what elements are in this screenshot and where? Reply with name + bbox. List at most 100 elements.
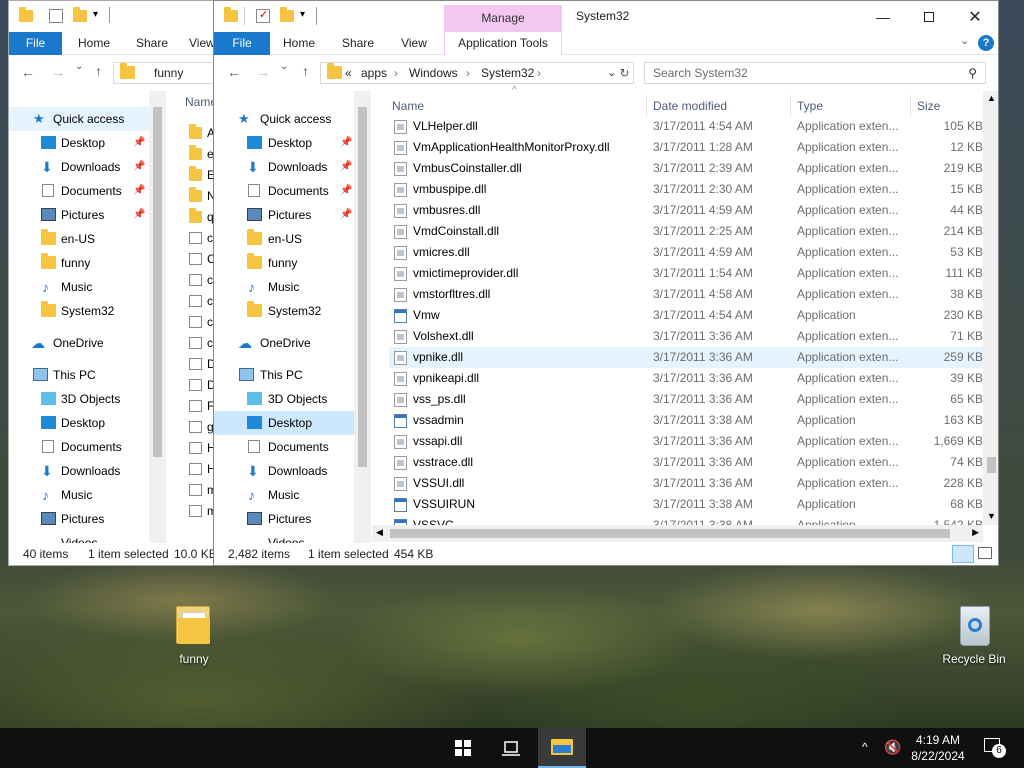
up-arrow-icon[interactable]: ↑	[302, 63, 309, 79]
explorer-window-funny[interactable]: ▾ File Home Share View ← → ⌄ ↑ funny ★ Q…	[8, 0, 220, 566]
nav-en-us[interactable]: en-US	[9, 227, 149, 251]
search-input[interactable]: Search System32 ⚲	[644, 62, 986, 84]
title-bar[interactable]: ✓ ▾ Manage System32 — ✕	[214, 1, 998, 32]
details-view-icon[interactable]	[952, 545, 974, 563]
large-icons-view-icon[interactable]	[978, 547, 992, 559]
file-row[interactable]: VSSUIRUN 3/17/2011 3:38 AM Application 68 K…	[389, 494, 985, 515]
close-button[interactable]: ✕	[952, 1, 998, 32]
horizontal-scrollbar[interactable]: ◀ ▶	[372, 525, 983, 542]
show-hidden-icons-icon[interactable]: ^	[862, 740, 868, 754]
breadcrumb-overflow[interactable]: «	[345, 63, 352, 83]
scroll-left-icon[interactable]: ◀	[376, 527, 383, 538]
nav-onedrive[interactable]: ☁ OneDrive	[214, 331, 354, 355]
chevron-down-icon[interactable]: ▾	[93, 9, 98, 20]
nav-system32[interactable]: System32	[214, 299, 354, 323]
properties-icon[interactable]	[49, 9, 63, 23]
chevron-down-icon[interactable]: ▾	[300, 9, 305, 20]
tab-file[interactable]: File	[214, 32, 270, 55]
nav-en-us[interactable]: en-US	[214, 227, 354, 251]
file-row[interactable]: VmdCoinstall.dll 3/17/2011 2:25 AM Applica…	[389, 221, 985, 242]
nav-music[interactable]: ♪ Music	[9, 275, 149, 299]
volume-muted-icon[interactable]: 🔇	[884, 739, 901, 756]
file-row[interactable]: VLHelper.dll 3/17/2011 4:54 AM Application…	[389, 116, 985, 137]
nav-documents[interactable]: Documents 📌	[9, 179, 149, 203]
tab-home[interactable]: Home	[71, 32, 117, 55]
recent-locations-icon[interactable]: ⌄	[75, 61, 83, 72]
nav-music[interactable]: ♪ Music	[214, 275, 354, 299]
tab-share[interactable]: Share	[336, 32, 380, 55]
tab-file[interactable]: File	[9, 32, 62, 55]
nav-desktop[interactable]: Desktop 📌	[214, 131, 354, 155]
nav-pc-downloads[interactable]: ⬇ Downloads	[9, 459, 149, 483]
tab-application-tools[interactable]: Application Tools	[444, 32, 562, 55]
scroll-down-icon[interactable]: ▼	[987, 511, 996, 521]
file-row[interactable]: vmstorfltres.dll 3/17/2011 4:58 AM Applica…	[389, 284, 985, 305]
explorer-window-system32[interactable]: ✓ ▾ Manage System32 — ✕ File Home Share …	[213, 0, 999, 566]
scrollbar-thumb[interactable]	[987, 457, 996, 473]
pin-icon[interactable]: 📌	[133, 179, 145, 203]
taskbar-file-explorer[interactable]	[538, 728, 586, 768]
forward-arrow-icon[interactable]: →	[51, 64, 65, 80]
scroll-right-icon[interactable]: ▶	[972, 527, 979, 538]
scrollbar-thumb[interactable]	[390, 529, 950, 538]
minimize-button[interactable]: —	[860, 1, 906, 32]
nav-scrollbar[interactable]	[149, 91, 166, 545]
nav-funny[interactable]: funny	[9, 251, 149, 275]
maximize-button[interactable]	[906, 1, 952, 32]
scrollbar-thumb[interactable]	[358, 107, 367, 467]
file-row[interactable]: Vmw 3/17/2011 4:54 AM Application 230 KB	[389, 305, 985, 326]
help-icon[interactable]: ?	[978, 35, 994, 51]
pin-icon[interactable]: 📌	[133, 131, 145, 155]
nav-3d-objects[interactable]: 3D Objects	[9, 387, 149, 411]
file-row[interactable]: vmbusres.dll 3/17/2011 4:59 AM Application…	[389, 200, 985, 221]
nav-pc-pictures[interactable]: Pictures	[214, 507, 354, 531]
nav-pc-desktop-selected[interactable]: Desktop	[214, 411, 354, 435]
nav-pc-documents[interactable]: Documents	[214, 435, 354, 459]
pin-icon[interactable]: 📌	[340, 155, 352, 179]
start-button[interactable]	[440, 728, 486, 768]
nav-quick-access[interactable]: ★ Quick access	[214, 107, 354, 131]
task-view-button[interactable]	[488, 728, 534, 768]
column-header-date[interactable]: Date modified	[653, 95, 727, 117]
nav-pc-pictures[interactable]: Pictures	[9, 507, 149, 531]
manage-context-tab[interactable]: Manage	[444, 5, 562, 32]
nav-desktop[interactable]: Desktop 📌	[9, 131, 149, 155]
recent-locations-icon[interactable]: ⌄	[280, 61, 288, 72]
address-bar[interactable]: funny	[113, 62, 219, 84]
pin-icon[interactable]: 📌	[133, 203, 145, 227]
desktop-icon-recycle-bin[interactable]: Recycle Bin	[932, 602, 1016, 666]
nav-downloads[interactable]: ⬇ Downloads 📌	[9, 155, 149, 179]
file-row[interactable]: VmbusCoinstaller.dll 3/17/2011 2:39 AM App…	[389, 158, 985, 179]
expand-ribbon-icon[interactable]: ⌄	[960, 34, 969, 47]
scroll-up-icon[interactable]: ▲	[987, 93, 996, 103]
file-row[interactable]: vss_ps.dll 3/17/2011 3:36 AM Application e…	[389, 389, 985, 410]
properties-icon[interactable]: ✓	[256, 9, 270, 23]
pin-icon[interactable]: 📌	[340, 203, 352, 227]
file-row[interactable]: vmbuspipe.dll 3/17/2011 2:30 AM Applicatio…	[389, 179, 985, 200]
nav-pc-downloads[interactable]: ⬇ Downloads	[214, 459, 354, 483]
tab-share[interactable]: Share	[131, 32, 173, 55]
file-row[interactable]: Volshext.dll 3/17/2011 3:36 AM Application…	[389, 326, 985, 347]
tab-view[interactable]: View	[396, 32, 432, 55]
pin-icon[interactable]: 📌	[340, 179, 352, 203]
address-bar[interactable]: « apps › Windows › System32 › ⌄	[320, 62, 630, 84]
nav-downloads[interactable]: ⬇ Downloads 📌	[214, 155, 354, 179]
new-folder-icon[interactable]	[73, 7, 87, 22]
up-arrow-icon[interactable]: ↑	[95, 63, 102, 79]
column-header-type[interactable]: Type	[797, 95, 823, 117]
nav-3d-objects[interactable]: 3D Objects	[214, 387, 354, 411]
nav-onedrive[interactable]: ☁ OneDrive	[9, 331, 149, 355]
nav-funny[interactable]: funny	[214, 251, 354, 275]
breadcrumb-separator-icon[interactable]: ›	[466, 63, 470, 83]
back-arrow-icon[interactable]: ←	[227, 64, 241, 80]
action-center-button[interactable]: 6	[984, 738, 1006, 758]
column-divider[interactable]	[646, 95, 647, 117]
file-row[interactable]: vmicres.dll 3/17/2011 4:59 AM Application …	[389, 242, 985, 263]
breadcrumb-apps[interactable]: apps	[361, 63, 387, 83]
pin-icon[interactable]: 📌	[340, 131, 352, 155]
file-row[interactable]: vssadmin 3/17/2011 3:38 AM Application 163 …	[389, 410, 985, 431]
file-row[interactable]: vssapi.dll 3/17/2011 3:36 AM Application e…	[389, 431, 985, 452]
nav-pc-music[interactable]: ♪ Music	[9, 483, 149, 507]
file-list-scrollbar[interactable]: ▲ ▼	[983, 91, 998, 525]
nav-scrollbar[interactable]	[354, 91, 371, 545]
